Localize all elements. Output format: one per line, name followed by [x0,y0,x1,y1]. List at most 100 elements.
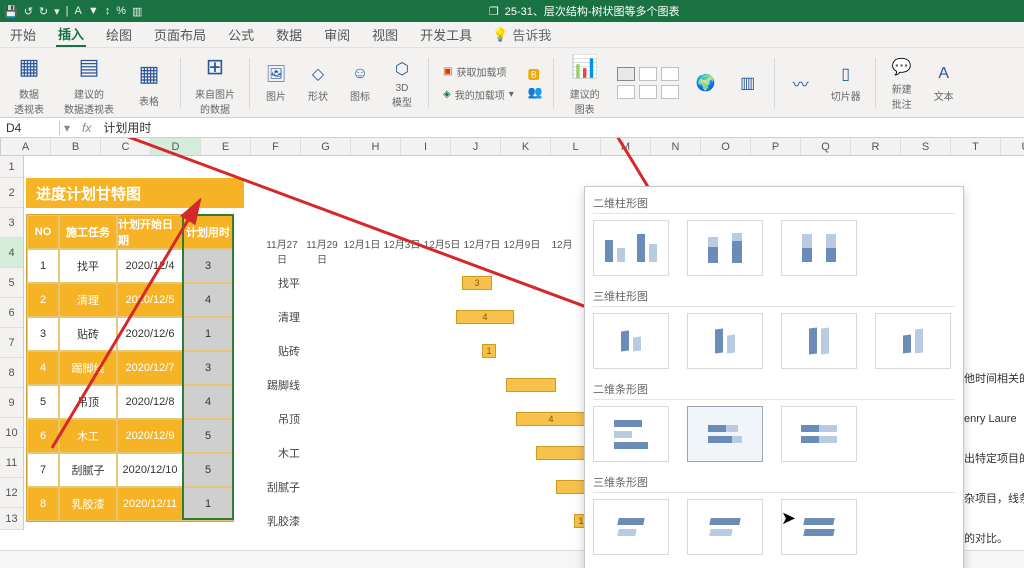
row-9[interactable]: 9 [0,388,23,418]
tab-developer[interactable]: 开发工具 [418,23,474,46]
recommended-charts-button[interactable]: 📊建议的 图表 [564,50,606,116]
get-addins-button[interactable]: ▣获取加载项 [443,64,506,79]
chart-3d-clustered-bar[interactable] [593,499,669,555]
undo-icon[interactable]: ↺ [24,5,33,18]
row-13[interactable]: 13 [0,508,23,530]
row-8[interactable]: 8 [0,358,23,388]
fx-icon[interactable]: fx [74,121,99,135]
maps-button[interactable]: 🌍 [690,71,722,95]
3d-models-button[interactable]: ⬡3D 模型 [386,57,418,109]
gantt-row: 木工 [262,436,626,470]
chart-clustered-bar[interactable] [593,406,669,462]
tab-view[interactable]: 视图 [370,23,400,46]
col-O[interactable]: O [701,138,751,155]
row-5[interactable]: 5 [0,268,23,298]
formula-input[interactable]: 计划用时 [99,119,1024,136]
pivot-table-button[interactable]: ▦数据 透视表 [8,50,50,116]
recommended-pivot-button[interactable]: ▤建议的 数据透视表 [60,50,118,116]
th-dur[interactable]: 计划用时 [183,215,233,249]
col-R[interactable]: R [851,138,901,155]
tab-formulas[interactable]: 公式 [226,23,256,46]
col-I[interactable]: I [401,138,451,155]
chart-3d-clustered-column[interactable] [593,313,669,369]
bing-maps-icon[interactable]: 🅱 [528,66,540,83]
new-comment-button[interactable]: 💬新建 批注 [886,55,918,111]
col-C[interactable]: C [101,138,151,155]
col-D[interactable]: D [151,138,201,155]
my-addins-button[interactable]: ◈我的加载项▾ [443,87,514,102]
col-J[interactable]: J [451,138,501,155]
text-button[interactable]: A文本 [928,62,960,103]
tab-layout[interactable]: 页面布局 [152,23,208,46]
chart-3d-stacked-column[interactable] [687,313,763,369]
row-11[interactable]: 11 [0,448,23,478]
chart-stacked-column[interactable] [687,220,763,276]
th-task[interactable]: 施工任务 [59,215,117,249]
tab-draw[interactable]: 绘图 [104,23,134,46]
col-F[interactable]: F [251,138,301,155]
sort-icon[interactable]: ↕ [105,5,111,17]
slicer-button[interactable]: ▯切片器 [827,62,865,103]
percent-icon[interactable]: % [116,5,126,17]
tell-me[interactable]: 💡告诉我 [492,25,551,44]
tab-insert[interactable]: 插入 [56,22,86,47]
tab-data[interactable]: 数据 [274,23,304,46]
pictures-button[interactable]: 🖼图片 [260,62,292,103]
more-icon[interactable]: ▾ [54,5,60,18]
chart-3d-column[interactable] [875,313,951,369]
col-K[interactable]: K [501,138,551,155]
chart-100-stacked-bar[interactable] [781,406,857,462]
icons-button[interactable]: ☺图标 [344,62,376,103]
row-4[interactable]: 4 [0,238,23,268]
col-P[interactable]: P [751,138,801,155]
area-chart-button[interactable] [639,85,657,99]
chart-3d-100-stacked-column[interactable] [781,313,857,369]
th-date[interactable]: 计划开始日期 [117,215,183,249]
scatter-chart-button[interactable] [661,85,679,99]
row-12[interactable]: 12 [0,478,23,508]
table-button[interactable]: ▦表格 [128,57,170,108]
column-chart-button[interactable] [617,67,635,81]
col-E[interactable]: E [201,138,251,155]
filter-icon[interactable]: ▼ [88,5,99,17]
bar-chart-button[interactable] [617,85,635,99]
font-icon[interactable]: A [75,5,82,17]
row-7[interactable]: 7 [0,328,23,358]
col-H[interactable]: H [351,138,401,155]
chart-100-stacked-column[interactable] [781,220,857,276]
col-T[interactable]: T [951,138,1001,155]
shapes-button[interactable]: ◇形状 [302,62,334,103]
row-3[interactable]: 3 [0,208,23,238]
row-2[interactable]: 2 [0,178,23,208]
row-6[interactable]: 6 [0,298,23,328]
col-G[interactable]: G [301,138,351,155]
col-N[interactable]: N [651,138,701,155]
row-10[interactable]: 10 [0,418,23,448]
chart-clustered-column[interactable] [593,220,669,276]
col-L[interactable]: L [551,138,601,155]
col-S[interactable]: S [901,138,951,155]
pie-chart-button[interactable] [661,67,679,81]
worksheet[interactable]: A B C D E F G H I J K L M N O P Q R S T … [0,138,1024,568]
name-box[interactable]: D4 [0,121,60,135]
tab-review[interactable]: 审阅 [322,23,352,46]
chart-icon[interactable]: ▥ [132,5,142,18]
save-icon[interactable]: 💾 [4,5,18,18]
namebox-dropdown-icon[interactable]: ▾ [60,121,74,135]
col-A[interactable]: A [1,138,51,155]
row-1[interactable]: 1 [0,156,23,178]
people-graph-icon[interactable]: 👥 [528,85,543,99]
redo-icon[interactable]: ↻ [39,5,48,18]
col-M[interactable]: M [601,138,651,155]
pivotchart-button[interactable]: ▥ [732,71,764,95]
th-no[interactable]: NO [27,215,59,249]
tab-home[interactable]: 开始 [8,23,38,46]
chart-3d-stacked-bar[interactable] [687,499,763,555]
col-U[interactable]: U [1001,138,1024,155]
col-Q[interactable]: Q [801,138,851,155]
col-B[interactable]: B [51,138,101,155]
line-chart-button[interactable] [639,67,657,81]
sparkline-button[interactable]: 〰 [785,71,817,95]
chart-stacked-bar[interactable] [687,406,763,462]
from-picture-button[interactable]: ⊞来自图片 的数据 [191,50,239,116]
